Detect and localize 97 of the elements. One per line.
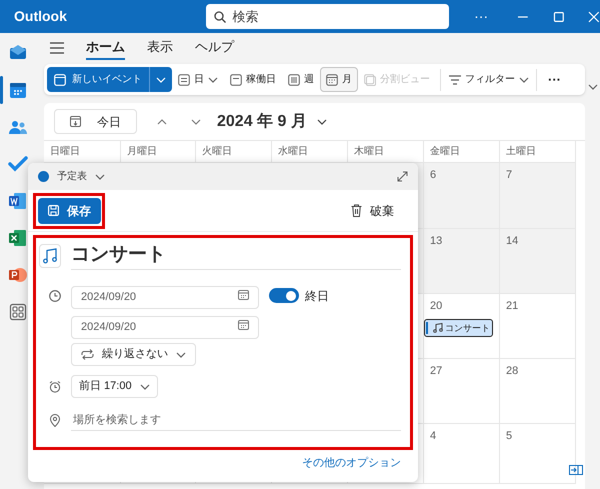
apps-icon[interactable]	[8, 302, 28, 322]
chevron-down-icon	[519, 76, 529, 82]
filter-icon	[449, 74, 461, 84]
chevron-down-icon	[95, 174, 105, 180]
day-number: 20	[430, 299, 444, 314]
day-cell[interactable]: 6	[424, 163, 500, 229]
menu-icon[interactable]	[50, 42, 64, 54]
day-cell[interactable]: 27	[424, 359, 500, 424]
all-day-label: 終日	[305, 288, 329, 304]
day-cell[interactable]: 4	[424, 424, 500, 484]
close-icon[interactable]	[588, 10, 600, 22]
day-number: 6	[430, 168, 438, 183]
day-cell[interactable]: 5	[500, 424, 576, 484]
split-view-icon	[364, 74, 376, 86]
expand-icon[interactable]	[397, 171, 408, 182]
weekday-label: 水曜日	[278, 144, 308, 159]
more-options-link[interactable]: その他のオプション	[302, 455, 401, 472]
view-button[interactable]: 日	[172, 67, 224, 92]
date-field[interactable]: 2024/09/20	[71, 316, 259, 338]
weekday-label: 木曜日	[354, 144, 384, 159]
day-cell[interactable]: 28	[500, 359, 576, 424]
week-view-icon	[288, 74, 300, 86]
trash-icon	[351, 204, 362, 217]
chevron-down-icon	[140, 384, 150, 390]
calendar-selector[interactable]: 予定表	[57, 169, 87, 184]
view-button[interactable]: 稼働日	[224, 67, 282, 92]
event-title: コンサート	[445, 322, 490, 334]
month-view-icon	[326, 74, 338, 86]
clock-icon	[49, 290, 61, 302]
reminder-dropdown[interactable]: 前日 17:00	[71, 375, 158, 398]
repeat-dropdown[interactable]: 繰り返さない	[71, 343, 196, 366]
calendar-icon[interactable]	[238, 290, 249, 300]
word-document-icon[interactable]	[8, 191, 28, 211]
day-number: 28	[506, 364, 520, 379]
day-number: 27	[430, 364, 444, 379]
repeat-icon	[81, 349, 94, 360]
calendar-icon[interactable]	[8, 80, 28, 100]
chevron-down-icon[interactable]	[316, 118, 327, 124]
day-number: 4	[430, 429, 438, 444]
day-number: 5	[506, 429, 514, 444]
weekday-label: 月曜日	[127, 145, 157, 159]
location-pin-icon	[50, 414, 60, 426]
today-button[interactable]: 今日	[54, 109, 137, 134]
new-event-button[interactable]: 新しいイベント	[47, 67, 172, 92]
chevron-down-icon[interactable]	[588, 84, 598, 90]
day-cell[interactable]: 14	[500, 229, 576, 294]
event-chip[interactable]: コンサート	[424, 318, 493, 336]
music-note-icon[interactable]	[39, 244, 61, 268]
search-field[interactable]: 検索	[206, 4, 450, 29]
day-cell[interactable]: 20 コンサート	[424, 294, 500, 359]
tab[interactable]: 表示	[147, 36, 173, 60]
calendar-today-icon	[70, 116, 81, 127]
spreadsheet-icon[interactable]	[8, 228, 28, 248]
chevron-down-icon[interactable]	[191, 118, 201, 124]
chevron-down-icon	[176, 352, 186, 358]
tab[interactable]: ヘルプ	[195, 36, 234, 60]
maximize-icon[interactable]	[552, 10, 564, 22]
chevron-up-icon[interactable]	[157, 118, 167, 124]
day-number: 14	[506, 234, 520, 249]
save-icon	[48, 205, 59, 216]
music-note-icon	[433, 322, 443, 332]
day-number: 13	[430, 234, 444, 249]
all-day-toggle[interactable]	[269, 288, 299, 303]
weekday-label: 金曜日	[430, 145, 460, 159]
filter-button[interactable]: フィルター	[445, 67, 533, 92]
day-number: 21	[506, 299, 520, 314]
chevron-down-icon	[156, 76, 166, 82]
weekday-label: 火曜日	[202, 144, 232, 159]
title-field[interactable]: コンサート	[71, 242, 401, 270]
day-cell[interactable]: 7	[500, 163, 576, 229]
search-icon	[214, 11, 226, 23]
day-view-icon	[178, 74, 190, 86]
day-number: 7	[506, 168, 514, 183]
weekday-label: 土曜日	[506, 144, 536, 159]
panel-toggle-icon[interactable]	[569, 465, 583, 475]
work-week-icon	[230, 74, 242, 86]
checkmark-icon[interactable]	[8, 154, 28, 174]
day-cell[interactable]: 13	[424, 229, 500, 294]
location-field[interactable]: 場所を検索します	[71, 409, 401, 431]
highlight-frame	[33, 193, 105, 229]
more-button[interactable]: ···	[540, 70, 569, 90]
view-button[interactable]: 週	[282, 67, 320, 92]
presentation-icon[interactable]	[8, 265, 28, 285]
date-field[interactable]: 2024/09/20	[71, 286, 259, 308]
save-button[interactable]: 保存	[38, 198, 101, 224]
calendar-icon[interactable]	[238, 320, 249, 330]
day-cell[interactable]: 21	[500, 294, 576, 359]
more-button[interactable]: ···	[469, 6, 493, 27]
chevron-down-icon	[208, 76, 218, 82]
alarm-clock-icon	[49, 380, 61, 392]
month-title[interactable]: 2024 年 9 月	[217, 110, 307, 134]
app-title: Outlook	[14, 7, 68, 26]
view-button[interactable]: 月	[320, 67, 358, 92]
discard-button[interactable]: 破棄	[351, 202, 394, 220]
weekday-label: 日曜日	[50, 145, 80, 159]
tab[interactable]: ホーム	[86, 36, 125, 60]
calendar-icon	[54, 74, 66, 86]
